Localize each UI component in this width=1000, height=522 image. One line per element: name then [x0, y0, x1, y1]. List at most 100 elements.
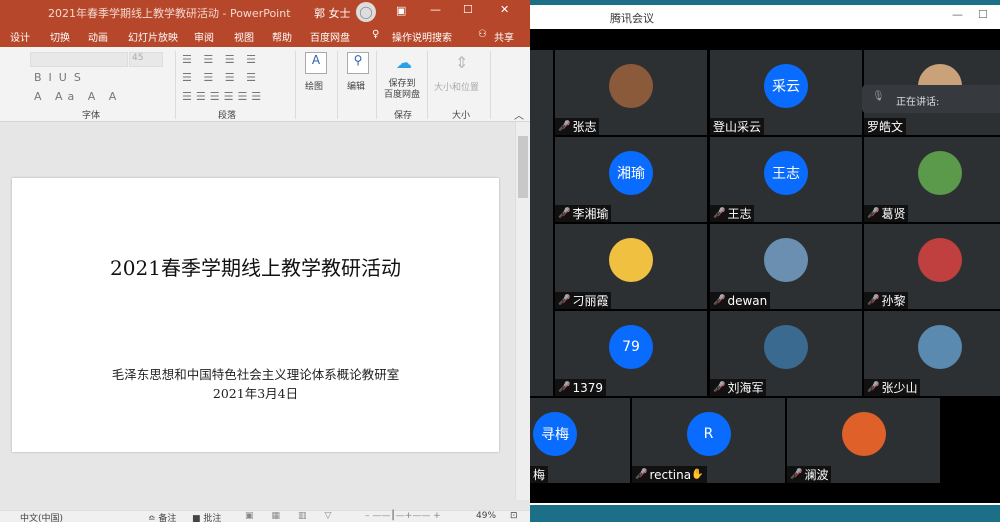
tab-baidu[interactable]: 百度网盘	[310, 29, 350, 44]
maximize-button[interactable]: ☐	[978, 8, 988, 21]
participant-name-bar: 🎤̸ 葛贤	[864, 205, 909, 222]
notes-label: 备注	[158, 514, 177, 522]
zoom-level[interactable]: 49%	[476, 511, 496, 521]
view-buttons[interactable]: ▣▦▥▽	[245, 511, 349, 521]
slide-subtitle-text: 毛泽东思想和中国特色社会主义理论体系概论教研室	[111, 367, 400, 382]
participant-name: 登山采云	[713, 120, 762, 134]
slide-title[interactable]: 2021春季学期线上教学教研活动	[12, 252, 499, 281]
participant-name-bar: 梅	[530, 466, 549, 483]
divider	[530, 503, 1000, 505]
tab-animations[interactable]: 动画	[88, 29, 108, 44]
participant-tile[interactable]: 寻梅梅	[530, 398, 630, 483]
minimize-button[interactable]: —	[430, 3, 441, 16]
user-name: 郭 女士	[314, 7, 351, 20]
search-icon[interactable]: ⚲	[347, 52, 369, 74]
participant-tile[interactable]: 🎤̸ 澜波	[787, 398, 940, 483]
participant-name-bar: 🎤̸ 澜波	[787, 466, 832, 483]
participant-name: dewan	[727, 293, 768, 308]
tab-slideshow[interactable]: 幻灯片放映	[128, 29, 178, 44]
powerpoint-window: 2021年春季学期线上教学教研活动 - PowerPoint 郭 女士 ◯ ▣ …	[0, 0, 530, 522]
participant-tile[interactable]: 🎤̸ 葛贤	[864, 137, 1000, 222]
participant-tile[interactable]: 🎤̸ 刁丽霞	[555, 224, 707, 309]
ribbon: 45 BIUS A Aa A A ☰ ☰ ☰ ☰ ☰ ☰ ☰ ☰ ☰☰☰☰☰☰ …	[0, 47, 530, 122]
font-name-select[interactable]	[30, 52, 128, 67]
avatar-photo	[609, 64, 653, 108]
avatar-initials: 湘瑜	[609, 151, 653, 195]
baidu-cloud-icon: ☁	[396, 53, 412, 72]
slide-subtitle[interactable]: 毛泽东思想和中国特色社会主义理论体系概论教研室 2021年3月4日	[12, 365, 499, 403]
tell-me-search[interactable]: 操作说明搜索	[392, 29, 452, 44]
participant-tile[interactable]: 湘瑜 🎤̸ 李湘瑜	[555, 137, 707, 222]
avatar-initials: R	[686, 412, 731, 456]
size-position-button[interactable]: 大小和位置	[434, 80, 479, 93]
participant-name-bar: 🎤̸ 刁丽霞	[555, 292, 612, 309]
group-paragraph-label: 段落	[218, 111, 237, 121]
slide-canvas[interactable]: 2021春季学期线上教学教研活动 毛泽东思想和中国特色社会主义理论体系概论教研室…	[12, 178, 499, 452]
edit-button[interactable]: 编辑	[347, 79, 365, 92]
tab-transitions[interactable]: 切换	[50, 29, 70, 44]
collapse-ribbon-icon[interactable]: ︿	[514, 107, 524, 122]
mic-muted-icon: 🎤̸	[790, 469, 803, 480]
mic-muted-icon: 🎤̸	[867, 208, 880, 219]
align-buttons[interactable]: ☰☰☰☰☰☰	[182, 90, 265, 103]
participant-tile[interactable]: 79 🎤̸ 1379	[555, 311, 707, 396]
user-avatar-icon[interactable]: ◯	[356, 2, 376, 22]
shapes-icon[interactable]: A	[305, 52, 327, 74]
maximize-button[interactable]: ☐	[463, 3, 473, 16]
participant-name-bar: 登山采云	[710, 118, 765, 135]
font-size-buttons[interactable]: A Aa A A	[34, 90, 121, 103]
participant-tile[interactable]: 🎤̸ 刘海军	[710, 311, 862, 396]
mic-muted-icon: 🎤̸	[713, 208, 726, 219]
mic-muted-icon: 🎤̸	[558, 382, 571, 393]
vertical-scrollbar[interactable]	[515, 122, 530, 500]
save-baidu-button[interactable]: 保存到 百度网盘	[384, 79, 420, 101]
mic-muted-icon: 🎤̸	[867, 382, 880, 393]
tab-help[interactable]: 帮助	[272, 29, 292, 44]
share-button[interactable]: 共享	[494, 29, 514, 44]
meeting-title-bar: 腾讯会议 — ☐	[530, 5, 1000, 29]
participant-name: 澜波	[804, 468, 829, 482]
tab-design[interactable]: 设计	[10, 29, 30, 44]
participant-tile[interactable]: R 🎤̸ rectina ✋	[632, 398, 785, 483]
comments-button[interactable]: ■ 批注	[192, 511, 221, 522]
tab-review[interactable]: 审阅	[194, 29, 214, 44]
minimize-button[interactable]: —	[952, 8, 963, 21]
participant-tile[interactable]: 🎤̸ 张少山	[864, 311, 1000, 396]
list-buttons[interactable]: ☰ ☰ ☰ ☰	[182, 53, 260, 66]
draw-button[interactable]: 绘图	[305, 79, 323, 92]
scroll-thumb[interactable]	[518, 136, 528, 198]
tab-view[interactable]: 视图	[234, 29, 254, 44]
participant-name: 李湘瑜	[572, 207, 609, 221]
group-save-label: 保存	[394, 111, 413, 121]
fit-slide-icon[interactable]: ⊡	[510, 511, 518, 521]
participant-tile[interactable]: 🎤̸ 张志	[555, 50, 707, 135]
participant-name-bar: 🎤̸ 张少山	[864, 379, 921, 396]
person-icon: ⚇	[478, 29, 487, 40]
raise-hand-icon: ✋	[691, 469, 704, 480]
participant-name-bar: 🎤̸ 刘海军	[710, 379, 767, 396]
participant-tile[interactable]: 王志 🎤̸ 王志	[710, 137, 862, 222]
participant-name: rectina	[649, 467, 692, 482]
participant-name-bar: 🎤̸ rectina ✋	[632, 466, 707, 483]
font-size-select[interactable]: 45	[129, 52, 163, 67]
group-size-label: 大小	[452, 111, 471, 121]
font-format-buttons[interactable]: BIUS	[34, 71, 88, 84]
window-title: 2021年春季学期线上教学教研活动 - PowerPoint	[48, 7, 291, 20]
zoom-slider[interactable]: – ——┃—+—— +	[365, 511, 441, 521]
avatar-photo	[918, 325, 962, 369]
notes-button[interactable]: ≏ 备注	[148, 511, 176, 522]
avatar-photo	[841, 412, 886, 456]
tencent-meeting-window: 腾讯会议 — ☐ 🎤̸ 张志 采云 登山采云 罗皓文 湘瑜 🎤̸ 李湘瑜 王志 🎤̸ 王志 🎤̸ 葛贤 🎤…	[530, 5, 1000, 505]
indent-buttons[interactable]: ☰ ☰ ☰ ☰	[182, 71, 260, 84]
participant-tile[interactable]: 🎤̸ dewan	[710, 224, 862, 309]
ribbon-tabs: 设计 切换 动画 幻灯片放映 审阅 视图 帮助 百度网盘 ♀ 操作说明搜索 ⚇ …	[0, 24, 530, 47]
participant-name-bar: 🎤̸ 李湘瑜	[555, 205, 612, 222]
participant-name: 张志	[572, 120, 597, 134]
comments-label: 批注	[203, 514, 222, 522]
ribbon-display-icon[interactable]: ▣	[396, 4, 406, 17]
participant-name-bar: 🎤̸ 1379	[555, 379, 606, 396]
participant-tile[interactable]: 采云 登山采云	[710, 50, 862, 135]
language-status[interactable]: 中文(中国)	[20, 511, 63, 522]
close-button[interactable]: ✕	[500, 3, 509, 16]
participant-tile[interactable]: 🎤̸ 孙黎	[864, 224, 1000, 309]
